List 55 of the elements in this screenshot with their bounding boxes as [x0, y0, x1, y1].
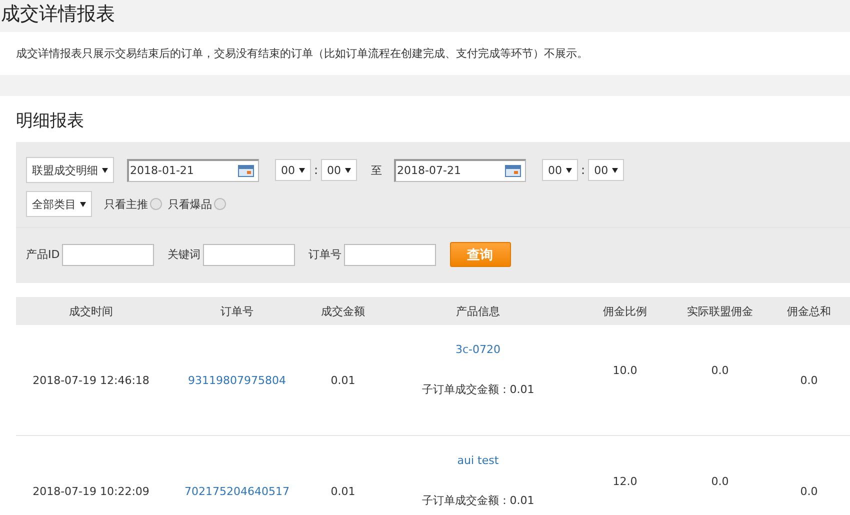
table-cell: 2018-07-19 12:46:18 — [32, 374, 150, 386]
column-header: 产品信息 — [455, 304, 501, 318]
field-label: 产品ID — [26, 247, 60, 262]
column-header: 实际联盟佣金 — [686, 304, 754, 318]
field-label: 订单号 — [308, 247, 342, 262]
product-link[interactable]: aui test — [457, 454, 499, 467]
column-header: 佣金比例 — [602, 304, 648, 318]
date-field[interactable]: 2018-07-21 — [394, 158, 526, 182]
input-field[interactable] — [202, 244, 295, 266]
radio-button[interactable] — [214, 198, 226, 210]
column-header: 成交金额 — [320, 304, 366, 318]
page-title: 成交详情报表 — [0, 2, 116, 27]
order-link[interactable]: 702175204640517 — [184, 484, 290, 498]
option-label: 只看主推 — [104, 196, 148, 212]
table-cell: 0.0 — [711, 475, 729, 488]
table-cell: 2018-07-19 10:22:09 — [32, 484, 150, 498]
column-header: 佣金总和 — [786, 304, 832, 318]
calendar-icon[interactable] — [238, 164, 254, 176]
field-label: 关键词 — [168, 247, 201, 262]
table-cell: 0.0 — [711, 364, 729, 377]
hour-select[interactable]: 00 — [542, 159, 578, 181]
caret-icon — [102, 168, 108, 172]
table-cell: 0.01 — [330, 374, 356, 386]
table-cell: 0.01 — [330, 484, 356, 498]
report-type-select[interactable]: 联盟成交明细 — [26, 157, 114, 183]
table-cell: 0.0 — [800, 484, 818, 498]
calendar-icon[interactable] — [505, 164, 522, 176]
column-header: 成交时间 — [68, 304, 114, 318]
caret-icon — [299, 168, 305, 172]
range-label: 至 — [371, 162, 382, 178]
table-cell: 0.0 — [800, 374, 818, 386]
time-separator: : — [581, 163, 586, 177]
time-separator: : — [314, 163, 318, 177]
minute-select[interactable]: 00 — [321, 159, 358, 181]
caret-icon — [612, 168, 618, 172]
order-link[interactable]: 93119807975804 — [188, 374, 286, 386]
table-cell: 子订单成交金额：0.01 — [422, 382, 534, 397]
section-title: 明细报表 — [16, 110, 85, 133]
product-link[interactable]: 3c-0720 — [455, 343, 500, 356]
table-cell: 子订单成交金额：0.01 — [422, 493, 534, 508]
radio-button[interactable] — [150, 198, 162, 210]
table-cell: 10.0 — [612, 364, 638, 377]
input-field[interactable] — [344, 244, 436, 266]
hour-select[interactable]: 00 — [275, 159, 311, 181]
date-field[interactable]: 2018-01-21 — [127, 158, 259, 182]
table-cell: 12.0 — [612, 475, 638, 488]
caret-icon — [80, 202, 86, 206]
notice-text: 成交详情报表只展示交易结束后的订单，交易没有结束的订单（比如订单流程在创建完成、支付完成等环节）不展示。 — [16, 46, 588, 61]
column-header: 订单号 — [220, 304, 254, 318]
option-label: 只看爆品 — [168, 196, 212, 212]
minute-select[interactable]: 00 — [588, 159, 624, 181]
caret-icon — [566, 168, 572, 172]
caret-icon — [345, 168, 352, 172]
input-field[interactable] — [62, 244, 154, 266]
category-select[interactable]: 全部类目 — [26, 191, 92, 217]
